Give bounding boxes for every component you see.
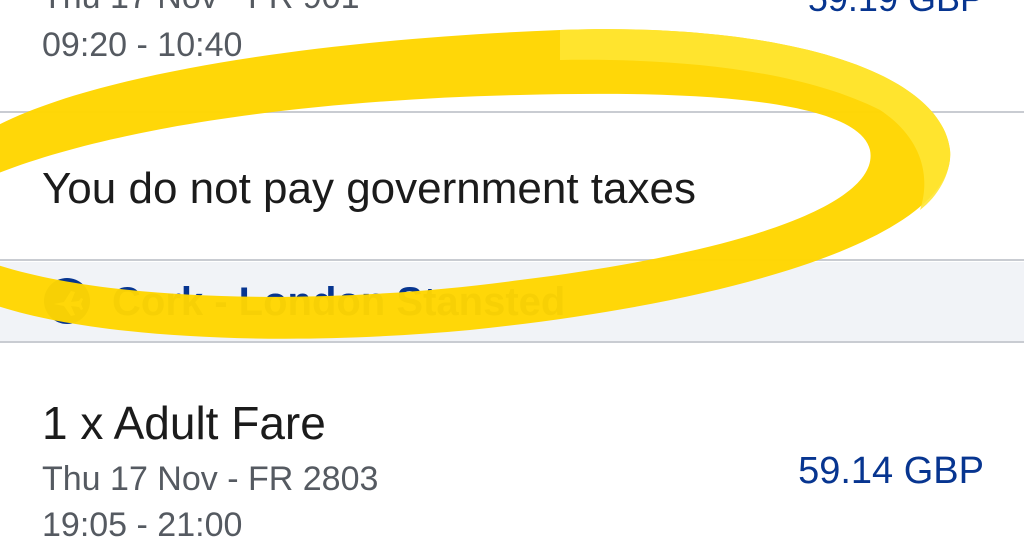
fare-times: 09:20 - 10:40 bbox=[42, 26, 243, 64]
fare-date-flight: Thu 17 Nov - FR 901 bbox=[42, 0, 359, 17]
fare-passengers: 1 x Adult Fare bbox=[42, 397, 326, 449]
divider bbox=[0, 111, 1024, 113]
route-label: Cork - London Stansted bbox=[112, 280, 566, 324]
divider bbox=[0, 341, 1024, 343]
fare-times: 19:05 - 21:00 bbox=[42, 506, 243, 544]
fare-item-previous: Thu 17 Nov - FR 901 09:20 - 10:40 59.19 … bbox=[0, 0, 1024, 112]
plane-icon bbox=[44, 278, 90, 324]
fare-price: 59.19 GBP bbox=[808, 0, 984, 20]
fare-date-flight: Thu 17 Nov - FR 2803 bbox=[42, 460, 379, 498]
divider bbox=[0, 259, 1024, 261]
fare-price: 59.14 GBP bbox=[798, 450, 984, 492]
taxes-message: You do not pay government taxes bbox=[42, 164, 696, 213]
